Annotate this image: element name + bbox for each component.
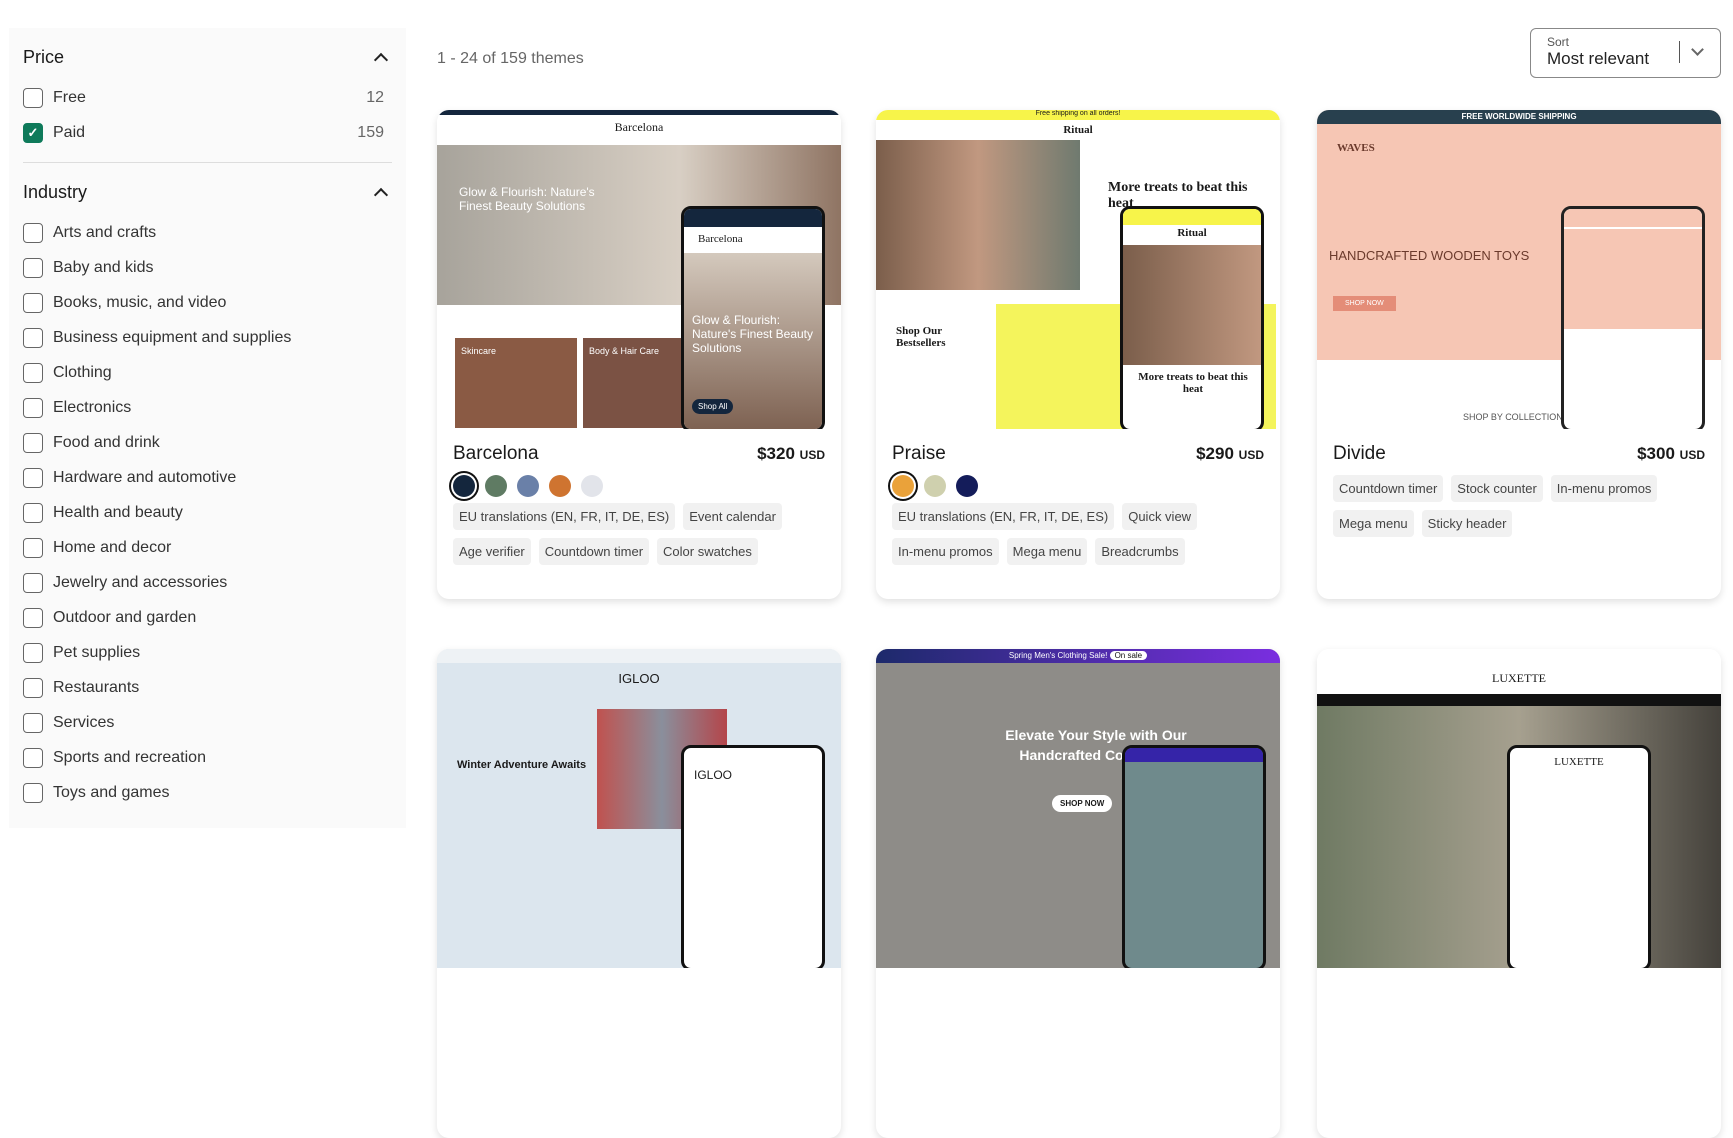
theme-name[interactable]: Praise — [892, 443, 946, 465]
feature-tag: Age verifier — [453, 538, 531, 565]
theme-card-sale[interactable]: Spring Men's Clothing Sale! On sale Elev… — [876, 649, 1280, 1138]
theme-card-divide[interactable]: FREE WORLDWIDE SHIPPING WAVES HANDCRAFTE… — [1317, 110, 1721, 599]
feature-tag: Quick view — [1122, 503, 1198, 530]
filter-industry-option[interactable]: Arts and crafts — [23, 215, 392, 250]
feature-tag: Countdown timer — [1333, 475, 1444, 502]
filter-industry-option[interactable]: Clothing — [23, 355, 392, 390]
feature-tag: In-menu promos — [1550, 475, 1658, 502]
color-swatches — [892, 475, 1264, 497]
checkbox[interactable] — [23, 502, 43, 523]
feature-tag: Stock counter — [1451, 475, 1543, 502]
checkbox[interactable] — [23, 362, 43, 383]
filter-industry-option[interactable]: Toys and games — [23, 775, 392, 810]
feature-tags: EU translations (EN, FR, IT, DE, ES) Even… — [453, 503, 825, 565]
filter-industry-option[interactable]: Sports and recreation — [23, 740, 392, 775]
checkbox[interactable] — [23, 292, 43, 313]
checkbox[interactable] — [23, 607, 43, 628]
sort-select[interactable]: Sort Most relevant — [1530, 28, 1721, 78]
theme-price: $300 USD — [1637, 444, 1705, 463]
filter-industry-option[interactable]: Books, music, and video — [23, 285, 392, 320]
industry-filter-header[interactable]: Industry — [23, 177, 392, 207]
theme-preview[interactable]: Spring Men's Clothing Sale! On sale Elev… — [876, 649, 1280, 968]
feature-tag: EU translations (EN, FR, IT, DE, ES) — [453, 503, 676, 530]
filter-industry-option[interactable]: Food and drink — [23, 425, 392, 460]
filter-industry-option[interactable]: Pet supplies — [23, 635, 392, 670]
color-swatch[interactable] — [892, 475, 914, 497]
results-count: 1 - 24 of 159 themes — [437, 50, 584, 67]
filter-sidebar: Price Free 12 ✓ Paid 159 Industry Arts and … — [9, 28, 406, 828]
filter-industry-option[interactable]: Home and decor — [23, 530, 392, 565]
chevron-up-icon[interactable] — [373, 52, 389, 68]
filter-industry-option[interactable]: Services — [23, 705, 392, 740]
theme-price: $320 USD — [757, 444, 825, 463]
checkbox[interactable] — [23, 257, 43, 278]
checkbox[interactable] — [23, 572, 43, 593]
checkbox-checked[interactable]: ✓ — [23, 122, 43, 143]
filter-free[interactable]: Free 12 — [23, 80, 392, 115]
checkbox[interactable] — [23, 397, 43, 418]
filter-paid[interactable]: ✓ Paid 159 — [23, 115, 392, 150]
theme-preview[interactable]: LUXETTE LUXETTE — [1317, 649, 1721, 968]
chevron-up-icon[interactable] — [373, 187, 389, 203]
feature-tag: Countdown timer — [538, 538, 650, 565]
theme-preview[interactable]: Free shipping on all orders! Ritual More… — [876, 110, 1280, 429]
theme-name[interactable]: Divide — [1333, 443, 1386, 465]
color-swatch[interactable] — [517, 475, 539, 497]
feature-tag: Sticky header — [1421, 510, 1513, 537]
theme-preview[interactable]: IGLOO Winter Adventure Awaits IGLOO — [437, 649, 841, 968]
filter-industry-option[interactable]: Restaurants — [23, 670, 392, 705]
filter-industry-option[interactable]: Hardware and automotive — [23, 460, 392, 495]
theme-preview[interactable]: FREE WORLDWIDE SHIPPING WAVES HANDCRAFTE… — [1317, 110, 1721, 429]
checkbox[interactable] — [23, 677, 43, 698]
filter-industry-option[interactable]: Baby and kids — [23, 250, 392, 285]
checkbox[interactable] — [23, 747, 43, 768]
feature-tag: Mega menu — [1333, 510, 1414, 537]
feature-tags: EU translations (EN, FR, IT, DE, ES) Quic… — [892, 503, 1264, 565]
checkbox[interactable] — [23, 467, 43, 488]
color-swatch[interactable] — [453, 475, 475, 497]
color-swatch[interactable] — [549, 475, 571, 497]
divider — [23, 162, 392, 163]
feature-tag: In-menu promos — [892, 538, 999, 565]
filter-industry-option[interactable]: Jewelry and accessories — [23, 565, 392, 600]
color-swatch[interactable] — [581, 475, 603, 497]
color-swatch[interactable] — [924, 475, 946, 497]
theme-card-barcelona[interactable]: Barcelona Glow & Flourish: Nature's Fine… — [437, 110, 841, 599]
theme-preview[interactable]: Barcelona Glow & Flourish: Nature's Fine… — [437, 110, 841, 429]
feature-tag: Event calendar — [683, 503, 782, 530]
theme-card-luxette[interactable]: LUXETTE LUXETTE — [1317, 649, 1721, 1138]
filter-industry-option[interactable]: Electronics — [23, 390, 392, 425]
filter-industry-option[interactable]: Business equipment and supplies — [23, 320, 392, 355]
checkbox[interactable] — [23, 432, 43, 453]
feature-tag: Color swatches — [657, 538, 758, 565]
feature-tag: EU translations (EN, FR, IT, DE, ES) — [892, 503, 1115, 530]
filter-industry-option[interactable]: Health and beauty — [23, 495, 392, 530]
feature-tag: Mega menu — [1006, 538, 1088, 565]
theme-price: $290 USD — [1196, 444, 1264, 463]
checkbox[interactable] — [23, 222, 43, 243]
checkbox[interactable] — [23, 642, 43, 663]
checkbox[interactable] — [23, 782, 43, 803]
theme-name[interactable]: Barcelona — [453, 443, 539, 465]
price-filter-header[interactable]: Price — [23, 42, 392, 72]
color-swatches — [453, 475, 825, 497]
theme-card-praise[interactable]: Free shipping on all orders! Ritual More… — [876, 110, 1280, 599]
checkbox[interactable] — [23, 87, 43, 108]
filter-industry-option[interactable]: Outdoor and garden — [23, 600, 392, 635]
checkbox[interactable] — [23, 712, 43, 733]
theme-card-igloo[interactable]: IGLOO Winter Adventure Awaits IGLOO — [437, 649, 841, 1138]
color-swatch[interactable] — [485, 475, 507, 497]
separator — [1679, 41, 1680, 63]
checkbox[interactable] — [23, 327, 43, 348]
color-swatch[interactable] — [956, 475, 978, 497]
feature-tags: Countdown timer Stock counter In-menu prom… — [1333, 475, 1705, 537]
checkbox[interactable] — [23, 537, 43, 558]
feature-tag: Breadcrumbs — [1095, 538, 1185, 565]
